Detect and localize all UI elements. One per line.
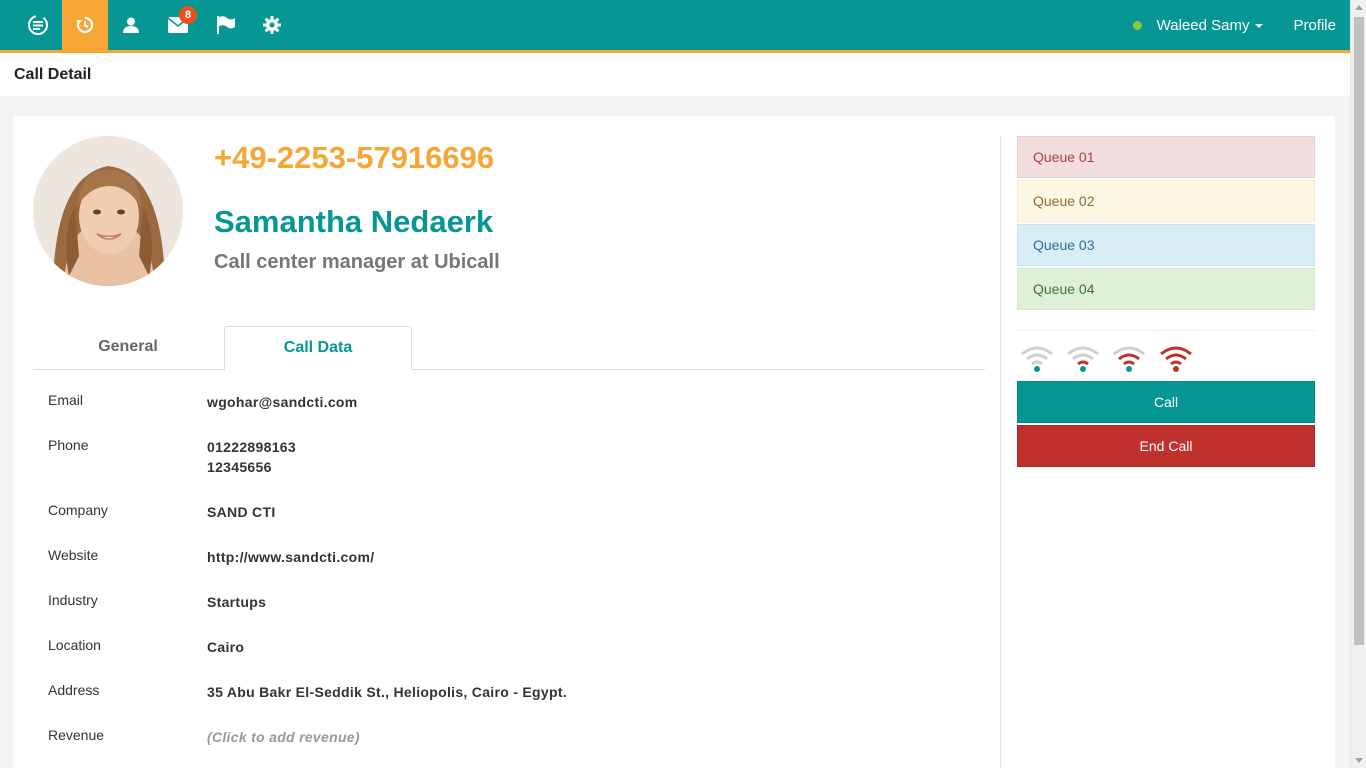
ubicall-logo-icon[interactable] xyxy=(15,0,61,50)
page-header: Call Detail xyxy=(0,53,1350,96)
mail-badge: 8 xyxy=(179,6,197,24)
contact-phone-number: +49-2253-57916696 xyxy=(214,140,495,175)
email-value[interactable]: wgohar@sandcti.com xyxy=(207,392,907,412)
field-label: Website xyxy=(48,547,99,563)
end-call-button[interactable]: End Call xyxy=(1017,425,1315,467)
flag-icon[interactable] xyxy=(203,0,249,50)
field-label: Company xyxy=(48,502,108,518)
user-menu: Waleed Samy Profile xyxy=(1132,0,1336,50)
call-detail-card: +49-2253-57916696 Samantha Nedaerk Call … xyxy=(13,116,1335,768)
contact-name: Samantha Nedaerk xyxy=(214,204,494,239)
avatar xyxy=(33,136,183,286)
queue-item[interactable]: Queue 01 xyxy=(1017,136,1315,178)
top-navbar: 8 Waleed Samy Profile xyxy=(0,0,1350,53)
profile-link[interactable]: Profile xyxy=(1293,17,1336,34)
website-value[interactable]: http://www.sandcti.com/ xyxy=(207,547,907,567)
field-label: Location xyxy=(48,637,101,653)
user-name-dropdown[interactable]: Waleed Samy xyxy=(1157,17,1250,34)
detail-tabs: General Call Data xyxy=(33,326,985,371)
chevron-down-icon[interactable] xyxy=(1255,24,1264,28)
field-label: Revenue xyxy=(48,727,105,743)
vertical-scrollbar[interactable] xyxy=(1350,0,1366,768)
tab-call-data[interactable]: Call Data xyxy=(224,326,412,371)
contact-icon[interactable] xyxy=(108,0,154,50)
phone-values: 01222898163 12345656 xyxy=(207,437,907,477)
online-status-icon xyxy=(1132,20,1142,30)
field-label: Phone xyxy=(48,437,89,453)
scroll-thumb[interactable] xyxy=(1354,17,1364,645)
queue-item[interactable]: Queue 02 xyxy=(1017,180,1315,222)
mail-icon[interactable]: 8 xyxy=(155,0,201,50)
contact-role: Call center manager at Ubicall xyxy=(214,251,500,273)
scroll-up-icon[interactable] xyxy=(1355,5,1363,10)
queue-item[interactable]: Queue 04 xyxy=(1017,268,1315,310)
queue-item[interactable]: Queue 03 xyxy=(1017,224,1315,266)
section-divider xyxy=(1017,330,1315,331)
phone-value-2[interactable]: 12345656 xyxy=(207,457,907,477)
wifi-signal-icon xyxy=(1113,346,1145,372)
history-icon[interactable] xyxy=(62,0,108,50)
field-label: Address xyxy=(48,682,100,698)
field-label: Email xyxy=(48,392,84,408)
location-value[interactable]: Cairo xyxy=(207,637,907,657)
address-value[interactable]: 35 Abu Bakr El-Seddik St., Heliopolis, C… xyxy=(207,682,907,702)
field-label: Industry xyxy=(48,592,98,608)
wifi-signal-icon xyxy=(1067,346,1099,372)
scroll-down-icon[interactable] xyxy=(1355,758,1363,763)
industry-value[interactable]: Startups xyxy=(207,592,907,612)
revenue-value[interactable]: (Click to add revenue) xyxy=(207,727,907,747)
page-title: Call Detail xyxy=(14,66,92,83)
wifi-signal-icon xyxy=(1021,346,1053,372)
tab-general[interactable]: General xyxy=(33,326,223,370)
wifi-signal-icon xyxy=(1160,346,1192,372)
phone-value-1[interactable]: 01222898163 xyxy=(207,437,907,457)
company-value[interactable]: SAND CTI xyxy=(207,502,907,522)
call-button[interactable]: Call xyxy=(1017,381,1315,423)
column-divider xyxy=(1000,136,1001,768)
gear-icon[interactable] xyxy=(249,0,295,50)
